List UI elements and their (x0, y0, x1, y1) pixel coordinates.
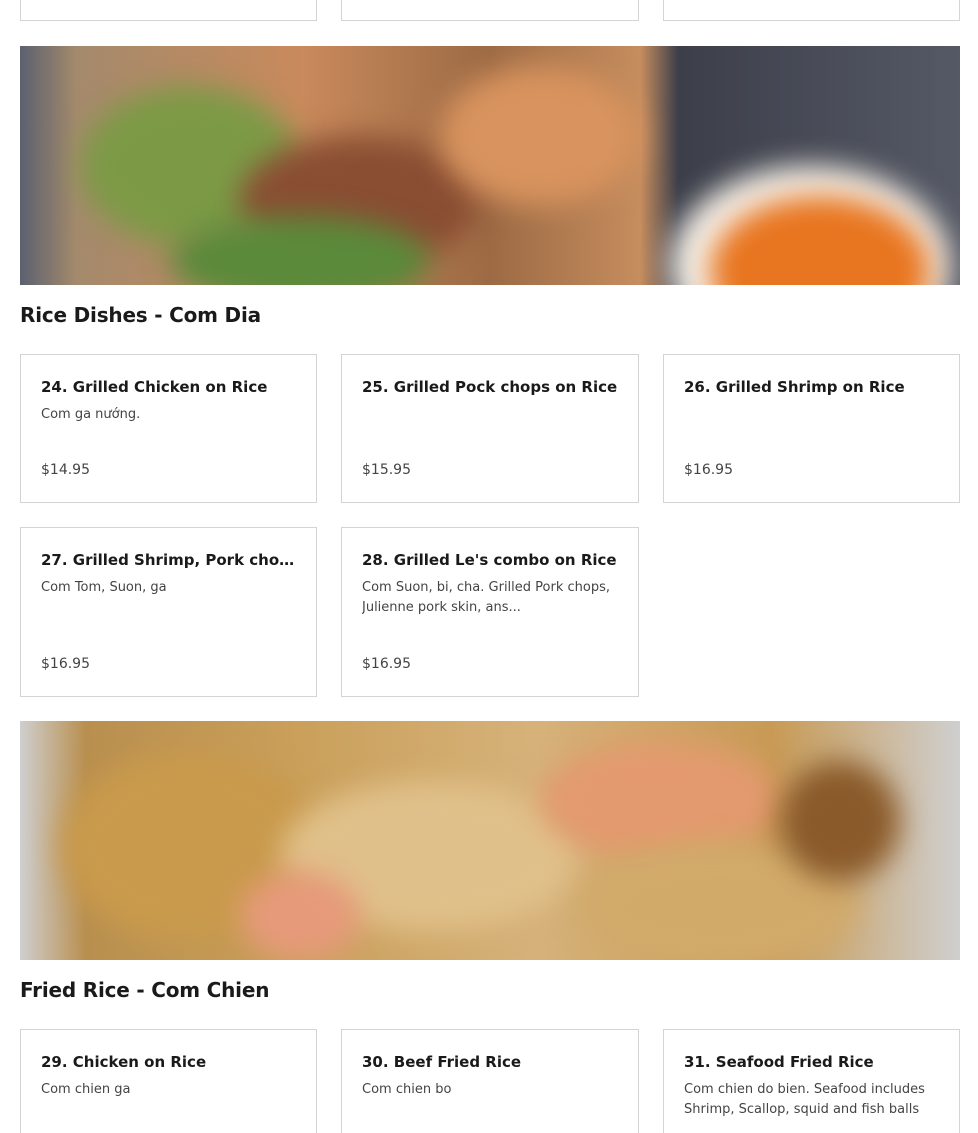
menu-item-card[interactable] (20, 0, 317, 21)
menu-item-card[interactable]: 25. Grilled Pock chops on Rice $15.95 (341, 354, 639, 503)
item-description: Com Tom, Suon, ga (41, 580, 167, 595)
item-name: 29. Chicken on Rice (41, 1053, 207, 1071)
rice-dishes-row-2: 27. Grilled Shrimp, Pork chops ... Com T… (20, 527, 960, 697)
item-price: $16.95 (41, 656, 90, 672)
fried-rice-row-1: 29. Chicken on Rice Com chien ga 30. Bee… (20, 1029, 960, 1133)
item-description: Com chien bo (362, 1082, 452, 1097)
item-description: Com ga nướng. (41, 407, 141, 422)
fried-rice-banner-image (20, 721, 960, 960)
menu-item-card[interactable] (663, 0, 960, 21)
item-name: 26. Grilled Shrimp on Rice (684, 378, 905, 396)
item-description: Com chien do bien. Seafood includes Shri… (684, 1082, 925, 1117)
item-name: 27. Grilled Shrimp, Pork chops ... (41, 551, 296, 569)
menu-item-card[interactable]: 24. Grilled Chicken on Rice Com ga nướng… (20, 354, 317, 503)
menu-item-card[interactable]: 27. Grilled Shrimp, Pork chops ... Com T… (20, 527, 317, 697)
item-price: $14.95 (41, 462, 90, 478)
item-name: 28. Grilled Le's combo on Rice (362, 551, 617, 569)
menu-item-card[interactable]: 26. Grilled Shrimp on Rice $16.95 (663, 354, 960, 503)
rice-dishes-banner-image (20, 46, 960, 285)
item-price: $15.95 (362, 462, 411, 478)
item-name: 31. Seafood Fried Rice (684, 1053, 874, 1071)
menu-item-card[interactable]: 31. Seafood Fried Rice Com chien do bien… (663, 1029, 960, 1133)
item-description: Com chien ga (41, 1082, 131, 1097)
item-price: $16.95 (362, 656, 411, 672)
item-name: 25. Grilled Pock chops on Rice (362, 378, 618, 396)
menu-item-card[interactable] (341, 0, 639, 21)
item-description: Com Suon, bi, cha. Grilled Pork chops, J… (362, 580, 610, 615)
rice-dishes-row-1: 24. Grilled Chicken on Rice Com ga nướng… (20, 354, 960, 503)
section-title-rice-dishes: Rice Dishes - Com Dia (20, 303, 261, 327)
previous-section-row (20, 0, 960, 21)
section-title-fried-rice: Fried Rice - Com Chien (20, 978, 270, 1002)
item-name: 30. Beef Fried Rice (362, 1053, 522, 1071)
item-price: $16.95 (684, 462, 733, 478)
menu-page: Rice Dishes - Com Dia 24. Grilled Chicke… (0, 0, 978, 1133)
item-name: 24. Grilled Chicken on Rice (41, 378, 268, 396)
menu-item-card[interactable]: 29. Chicken on Rice Com chien ga (20, 1029, 317, 1133)
menu-item-card[interactable]: 30. Beef Fried Rice Com chien bo (341, 1029, 639, 1133)
menu-item-card[interactable]: 28. Grilled Le's combo on Rice Com Suon,… (341, 527, 639, 697)
